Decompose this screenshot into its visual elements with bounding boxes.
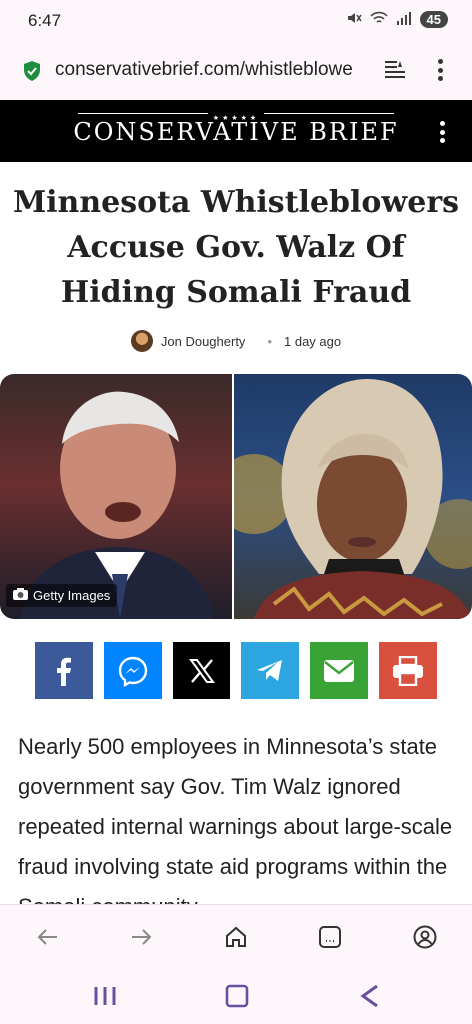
url-field[interactable]: conservativebrief.com/whistleblowe <box>55 59 373 81</box>
author-avatar[interactable] <box>130 330 153 352</box>
reader-mode-icon[interactable] <box>384 60 406 80</box>
messenger-icon <box>118 656 147 687</box>
byline: Jon Dougherty • 1 day ago <box>0 330 472 352</box>
image-credit: Getty Images <box>6 584 118 607</box>
site-menu-icon[interactable] <box>440 121 446 143</box>
recents-icon[interactable] <box>90 982 120 1010</box>
mute-icon <box>346 10 362 29</box>
article-page: Minnesota Whistleblowers Accuse Gov. Wal… <box>0 162 472 904</box>
image-credit-text: Getty Images <box>33 588 111 603</box>
print-icon <box>393 655 424 686</box>
signal-icon <box>396 11 412 28</box>
browser-url-bar: conservativebrief.com/whistleblowe <box>0 44 472 100</box>
facebook-icon <box>56 657 71 686</box>
hero-image[interactable]: Getty Images <box>0 374 472 619</box>
site-header: ★★★★★ CONSERVATIVE BRIEF <box>0 100 472 162</box>
system-nav-bar <box>0 968 472 1024</box>
publish-time: 1 day ago <box>284 333 342 349</box>
status-time: 6:47 <box>28 11 62 30</box>
back-icon[interactable] <box>33 923 61 951</box>
hero-image-left <box>0 374 232 619</box>
byline-separator: • <box>267 333 272 349</box>
camera-icon <box>13 588 28 603</box>
home-icon[interactable] <box>222 923 250 951</box>
battery-badge: 45 <box>419 11 448 28</box>
logo-rule-left <box>78 113 208 114</box>
account-icon[interactable] <box>411 923 439 951</box>
x-share-button[interactable] <box>172 642 231 699</box>
article-headline: Minnesota Whistleblowers Accuse Gov. Wal… <box>12 185 460 310</box>
status-bar: 6:47 45 <box>0 0 472 44</box>
article-body: Nearly 500 employees in Minnesota’s stat… <box>18 734 453 904</box>
share-buttons <box>35 642 437 699</box>
tabs-icon[interactable] <box>316 923 344 951</box>
facebook-share-button[interactable] <box>35 642 93 699</box>
wifi-icon <box>369 10 388 29</box>
telegram-share-button[interactable] <box>241 642 300 699</box>
home-button-icon[interactable] <box>222 982 252 1010</box>
site-logo[interactable]: CONSERVATIVE BRIEF <box>0 118 472 146</box>
print-share-button[interactable] <box>379 642 437 699</box>
messenger-share-button[interactable] <box>103 642 162 699</box>
author-name[interactable]: Jon Dougherty <box>161 334 246 349</box>
telegram-icon <box>257 659 283 681</box>
logo-rule-right <box>264 113 394 114</box>
email-share-button[interactable] <box>310 642 369 699</box>
browser-bottom-nav <box>0 904 472 968</box>
browser-menu-icon[interactable] <box>436 59 444 81</box>
email-icon <box>324 659 355 682</box>
hero-image-right <box>214 374 472 619</box>
status-icons: 45 <box>346 10 448 29</box>
forward-icon[interactable] <box>128 923 156 951</box>
x-icon <box>188 658 215 683</box>
secure-shield-icon[interactable] <box>22 60 42 82</box>
back-button-icon[interactable] <box>354 982 384 1010</box>
